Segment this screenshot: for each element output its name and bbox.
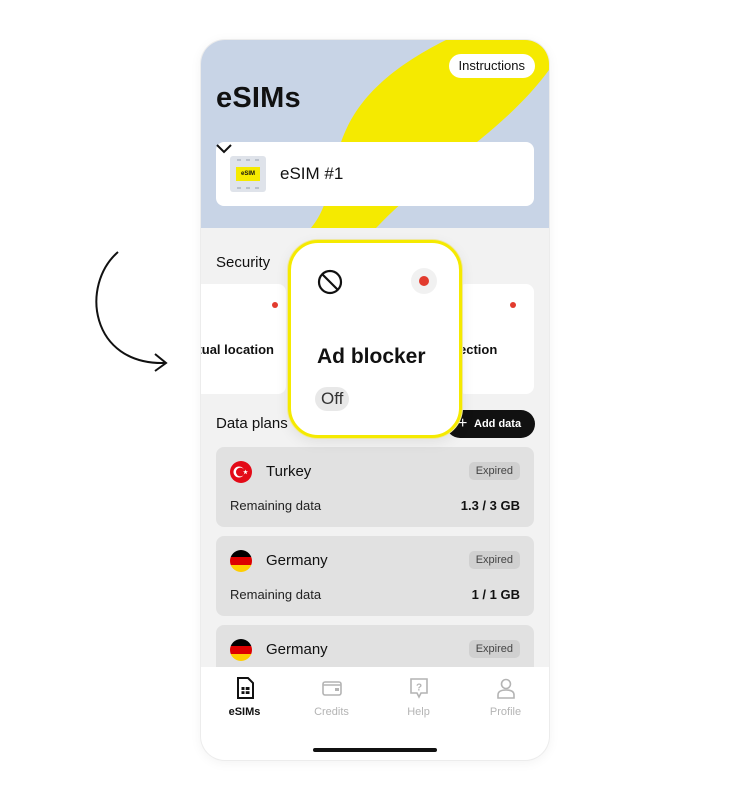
status-off-dot [510,302,516,308]
security-card-virtual-location[interactable]: Virtual location Off [201,284,286,394]
chevron-down-icon [216,144,232,154]
status-badge: Expired [468,551,520,569]
tab-label: Help [407,706,430,718]
plan-country: Turkey [266,463,312,480]
home-indicator [313,748,437,752]
bottom-tab-bar: eSIMs Credits ? Help Profile [201,667,549,760]
esim-chip-label: eSIM [236,167,260,181]
germany-flag-icon [230,639,252,661]
security-card-title: Virtual location [201,342,274,357]
security-card-protection[interactable]: Protection [458,284,534,394]
data-plan-card[interactable]: Germany Expired Remaining data 1 / 1 GB [216,536,534,616]
tab-profile[interactable]: Profile [462,677,549,718]
tab-label: Profile [489,706,522,718]
status-badge: Expired [468,640,520,658]
germany-flag-icon [230,550,252,572]
remaining-data-label: Remaining data [230,498,322,513]
status-off-dot [272,302,278,308]
esim-chip-icon: eSIM [230,156,266,192]
remaining-data-label: Remaining data [230,587,322,602]
tab-label: eSIMs [228,706,261,718]
remaining-data-value: 1.3 / 3 GB [460,498,520,513]
profile-icon [496,678,515,699]
header: Instructions eSIMs eSIM eSIM #1 [201,40,549,228]
remaining-data-value: 1 / 1 GB [471,587,520,602]
tab-help[interactable]: ? Help [375,677,462,718]
ad-blocker-state: Off [315,387,350,411]
security-section-title: Security [216,254,271,271]
status-off-dot [419,276,429,286]
tab-label: Credits [314,706,349,718]
sim-card-icon [236,677,254,699]
ad-blocker-title: Ad blocker [317,345,426,368]
tab-esims[interactable]: eSIMs [201,677,288,718]
wallet-icon [321,681,342,696]
status-badge: Expired [468,462,520,480]
ad-blocker-card-highlight[interactable]: Ad blocker Off [288,240,462,438]
tab-credits[interactable]: Credits [288,677,375,718]
data-plan-card[interactable]: Turkey Expired Remaining data 1.3 / 3 GB [216,447,534,527]
block-icon [317,269,343,295]
esim-selector[interactable]: eSIM eSIM #1 [216,142,534,206]
status-off-indicator [411,268,437,294]
turkey-flag-icon [230,461,252,483]
page-title: eSIMs [216,82,301,114]
plan-country: Germany [266,641,328,658]
curved-arrow-icon [95,251,168,372]
instructions-button[interactable]: Instructions [448,54,535,78]
data-plans-section-title: Data plans [216,415,288,432]
plan-country: Germany [266,552,328,569]
svg-text:?: ? [415,683,421,694]
esim-name: eSIM #1 [280,164,344,183]
security-card-title: Protection [458,342,498,357]
add-data-label: Add data [474,418,522,430]
help-icon: ? [409,678,428,699]
